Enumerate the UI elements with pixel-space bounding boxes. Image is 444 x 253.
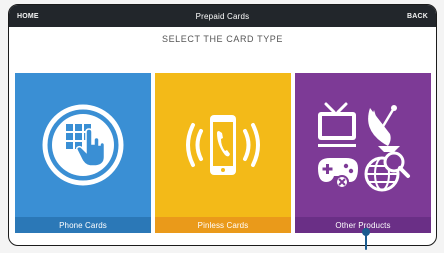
card-type-tiles: Phone Cards Pinless Cards Other Products [15,73,431,233]
tv-icon [318,102,356,147]
pinless-cards-tile[interactable]: Pinless Cards [155,73,291,233]
kiosk-screen: HOME Prepaid Cards BACK SELECT THE CARD … [8,4,437,246]
ringing-phone-icon [155,73,291,217]
top-bar: HOME Prepaid Cards BACK [9,5,436,27]
page-title: Prepaid Cards [195,11,250,21]
back-button[interactable]: BACK [407,13,428,20]
pinless-cards-label: Pinless Cards [155,217,291,233]
other-products-tile[interactable]: Other Products [295,73,431,233]
phone-cards-tile[interactable]: Phone Cards [15,73,151,233]
satellite-dish-icon [368,105,400,152]
phone-cards-label: Phone Cards [15,217,151,233]
card-type-prompt: SELECT THE CARD TYPE [161,34,284,44]
globe-search-icon [364,151,410,192]
gamepad-icon [318,158,358,189]
callout-line [365,232,367,250]
other-products-icons [295,73,431,217]
keypad-hand-icon [15,73,151,217]
home-button[interactable]: HOME [17,13,39,20]
